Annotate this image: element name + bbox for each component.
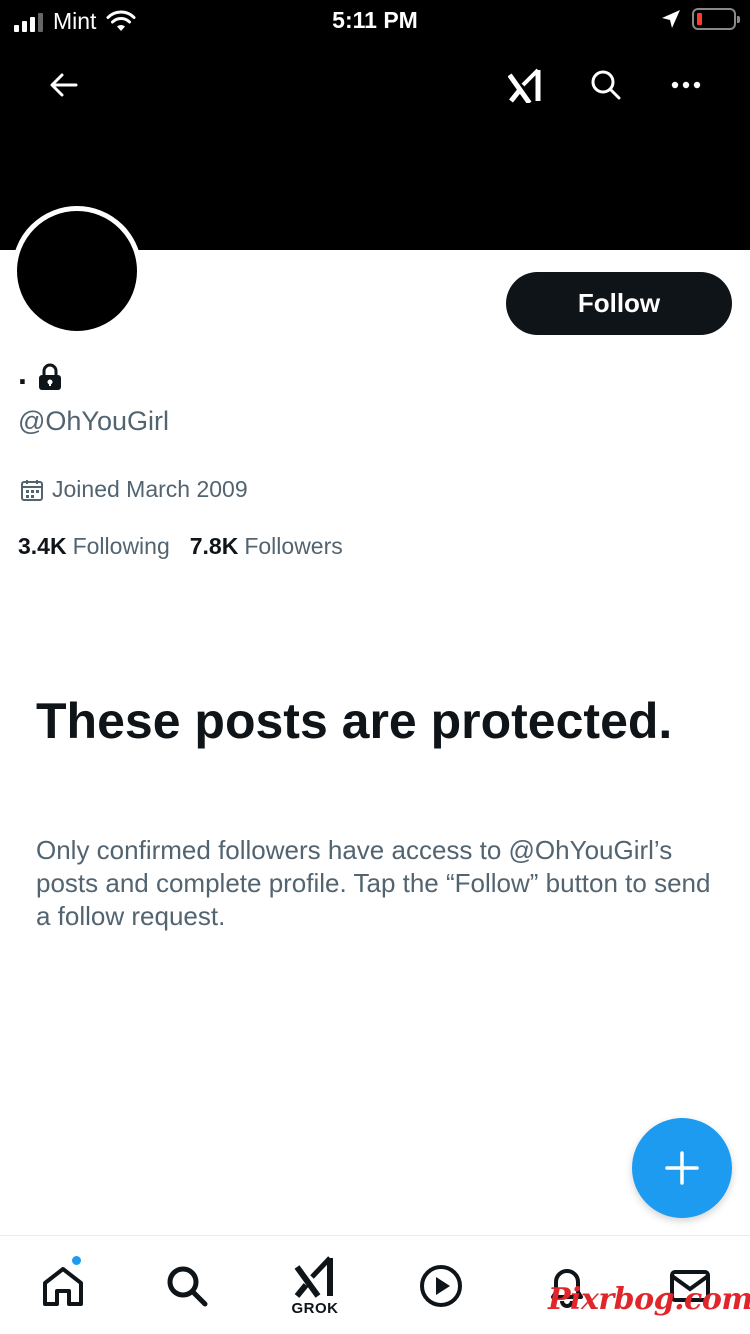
followers-count: 7.8K (189, 533, 239, 559)
grok-icon (294, 1256, 333, 1298)
back-button[interactable] (34, 55, 94, 115)
tab-home[interactable] (18, 1236, 108, 1334)
status-right (660, 8, 740, 30)
video-icon (420, 1264, 462, 1307)
display-name-row: . (18, 355, 63, 391)
following-link[interactable]: 3.4K Following (18, 533, 170, 560)
avatar[interactable] (12, 206, 142, 336)
status-bar: Mint 5:11 PM (0, 0, 750, 40)
plus-icon (665, 1151, 699, 1185)
following-count: 3.4K (18, 533, 67, 559)
battery-level (697, 13, 702, 25)
tab-video[interactable] (396, 1236, 486, 1334)
back-arrow-icon (50, 73, 78, 97)
display-name: . (18, 355, 27, 391)
followers-link[interactable]: 7.8K Followers (190, 533, 343, 560)
following-label: Following (72, 533, 170, 559)
protected-message: Only confirmed followers have access to … (36, 835, 711, 931)
status-time: 5:11 PM (332, 7, 418, 33)
top-navigation (0, 55, 750, 115)
home-icon (43, 1266, 83, 1306)
joined-date-row: Joined March 2009 (20, 476, 248, 503)
search-button[interactable] (576, 55, 636, 115)
calendar-icon (21, 479, 43, 501)
more-button[interactable] (656, 55, 716, 115)
grok-icon (508, 68, 541, 103)
followers-label: Followers (244, 533, 343, 559)
follow-stats: 3.4K Following 7.8K Followers (18, 533, 343, 560)
tab-grok[interactable]: GROK (270, 1236, 360, 1334)
profile-page: Mint 5:11 PM Follow . @OhYouGirl Joined … (0, 0, 750, 1334)
notification-dot (71, 1255, 82, 1266)
compose-button[interactable] (632, 1118, 732, 1218)
watermark: Pixrbog.com (548, 1282, 750, 1317)
search-icon (591, 70, 621, 100)
location-arrow-icon (662, 10, 680, 28)
grok-button[interactable] (496, 55, 556, 115)
more-icon (671, 81, 701, 89)
protected-title: These posts are protected. (36, 693, 673, 749)
grok-tab-label: GROK (291, 1300, 339, 1317)
search-icon (167, 1266, 208, 1306)
follow-button[interactable]: Follow (506, 272, 732, 335)
battery-icon (692, 8, 740, 30)
joined-date: Joined March 2009 (52, 476, 248, 502)
profile-handle: @OhYouGirl (18, 406, 169, 436)
tab-search[interactable] (142, 1236, 232, 1334)
lock-icon (38, 363, 61, 390)
